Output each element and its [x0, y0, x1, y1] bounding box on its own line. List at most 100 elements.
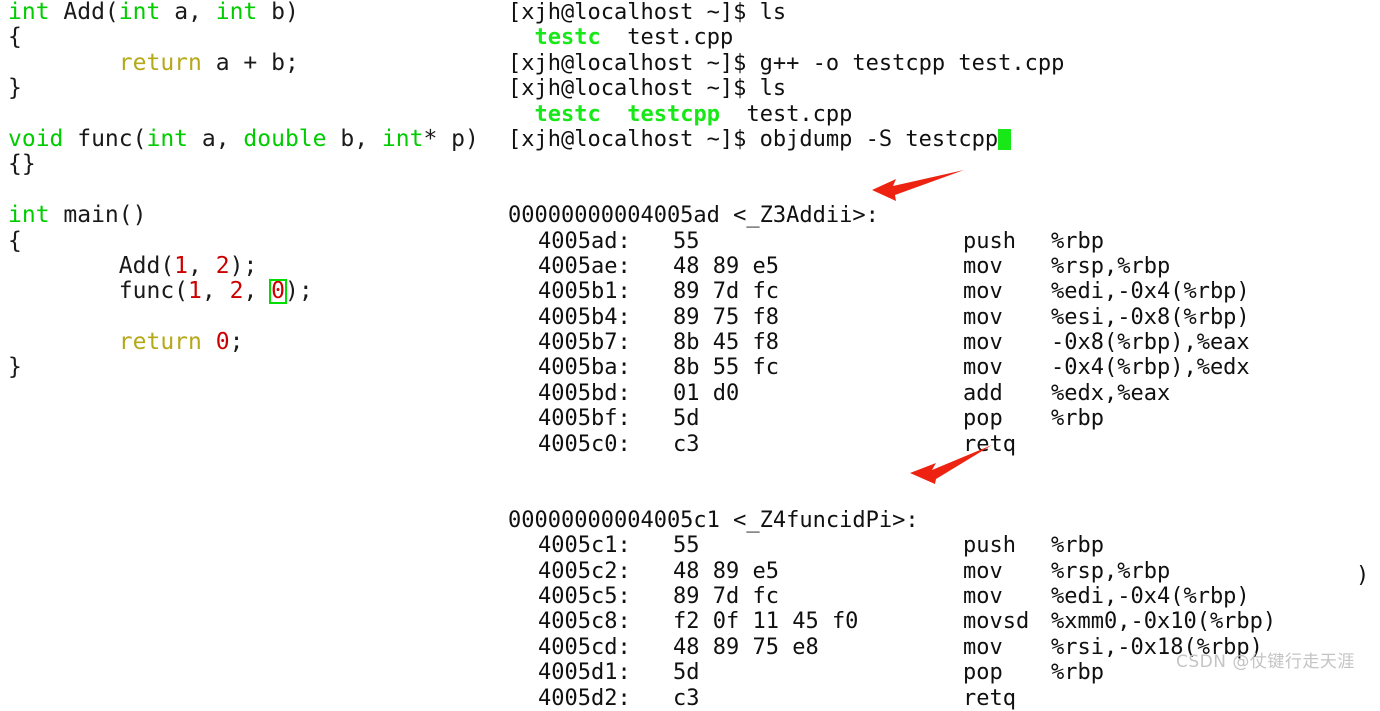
instruction-mnemonic: add: [963, 380, 1003, 406]
instruction-mnemonic: push: [963, 228, 1016, 254]
disassembly-instruction-row: 4005b7: 8b 45 f8 mov -0x8(%rbp),%eax: [508, 330, 1380, 355]
code-token: 1: [188, 278, 202, 305]
code-token: main(): [49, 202, 147, 229]
instruction-operands: %rbp: [1051, 660, 1104, 686]
cursor-highlighted-token[interactable]: 0: [269, 279, 287, 305]
disassembly-instruction-row: 4005c2: 48 89 e5 mov %rsp,%rbp: [508, 559, 1380, 584]
instruction-address: 4005bd:: [538, 380, 631, 406]
instruction-bytes: 48 89 e5: [673, 558, 779, 584]
shell-command-text: objdump -S testcpp: [759, 126, 999, 152]
code-line[interactable]: [0, 102, 500, 127]
code-line[interactable]: {: [0, 228, 500, 254]
code-token: func(: [8, 278, 189, 305]
disassembly-instruction-row: 4005d2: c3 retq: [508, 686, 1380, 711]
terminal-cursor: [998, 128, 1012, 150]
instruction-operands: %rbp: [1051, 533, 1104, 559]
code-token: 1: [174, 252, 189, 279]
source-code-pane[interactable]: int Add(int a, int b){ return a + b;} vo…: [0, 0, 500, 678]
code-line[interactable]: Add(1, 2);: [0, 252, 500, 279]
code-token: Add(: [8, 252, 175, 279]
instruction-operands: %xmm0,-0x10(%rbp): [1051, 609, 1277, 635]
shell-command-text: ls: [759, 0, 787, 25]
code-line[interactable]: [0, 305, 500, 330]
mangled-symbol-name: <_Z4funcidPi>:: [733, 507, 919, 533]
instruction-operands: %edi,-0x4(%rbp): [1051, 583, 1250, 609]
code-line[interactable]: {: [0, 25, 500, 50]
code-token: return: [118, 329, 202, 356]
instruction-mnemonic: mov: [963, 355, 1003, 381]
disassembly-symbol-line: 00000000004005ad <_Z3Addii>:: [508, 203, 1380, 228]
disassembly-instruction-row: 4005b1: 89 7d fc mov %edi,-0x4(%rbp): [508, 279, 1380, 304]
instruction-operands: -0x8(%rbp),%eax: [1051, 330, 1250, 356]
instruction-address: 4005c1:: [538, 533, 631, 559]
instruction-address: 4005c5:: [538, 583, 631, 609]
file-name: test.cpp: [746, 101, 853, 127]
disassembly-instruction-row: 4005bf: 5d pop %rbp: [508, 406, 1380, 431]
terminal-ls-output: testc test.cpp: [508, 25, 1380, 50]
code-token: a + b;: [201, 49, 299, 76]
mangled-symbol-name: <_Z3Addii>:: [733, 203, 879, 229]
code-line[interactable]: {}: [0, 152, 500, 177]
function-address: 00000000004005c1: [508, 507, 734, 533]
code-line[interactable]: [0, 178, 500, 203]
instruction-mnemonic: mov: [963, 634, 1003, 660]
instruction-address: 4005ad:: [538, 228, 631, 254]
instruction-bytes: 55: [673, 228, 700, 254]
instruction-bytes: f2 0f 11 45 f0: [673, 609, 859, 635]
instruction-address: 4005ba:: [538, 355, 631, 381]
terminal-command-line: [xjh@localhost ~]$ objdump -S testcpp: [508, 127, 1380, 152]
code-line[interactable]: void func(int a, double b, int* p): [0, 125, 500, 152]
code-token: a,: [160, 0, 216, 25]
instruction-mnemonic: mov: [963, 279, 1003, 305]
code-token: void: [8, 125, 64, 152]
shell-prompt: [xjh@localhost ~]$: [508, 126, 760, 152]
code-line[interactable]: int main(): [0, 202, 500, 229]
instruction-address: 4005c8:: [538, 609, 631, 635]
code-token: 2: [229, 278, 244, 305]
code-line[interactable]: return a + b;: [0, 49, 500, 76]
code-token: {: [8, 24, 22, 51]
function-address: 00000000004005ad: [508, 203, 734, 229]
disassembly-instruction-row: 4005bd: 01 d0 add %edx,%eax: [508, 381, 1380, 406]
instruction-mnemonic: mov: [963, 558, 1003, 584]
instruction-bytes: c3: [673, 431, 700, 457]
instruction-bytes: 48 89 75 e8: [673, 634, 819, 660]
instruction-mnemonic: retq: [963, 685, 1016, 711]
disassembly-instruction-row: 4005c0: c3 retq: [508, 432, 1380, 457]
instruction-address: 4005bf:: [538, 406, 631, 432]
code-token: * p): [423, 125, 479, 152]
disassembly-instruction-row: 4005c5: 89 7d fc mov %edi,-0x4(%rbp): [508, 584, 1380, 609]
code-token: int: [381, 125, 424, 152]
code-token: }: [8, 354, 22, 381]
code-token: func(: [63, 125, 147, 152]
terminal-pane[interactable]: [xjh@localhost ~]$ ls testc test.cpp [xjh…: [508, 0, 1380, 711]
code-line[interactable]: int Add(int a, int b): [0, 0, 500, 25]
terminal-command-line: [xjh@localhost ~]$ g++ -o testcpp test.c…: [508, 51, 1380, 76]
instruction-mnemonic: movsd: [963, 609, 1030, 635]
instruction-bytes: c3: [673, 685, 700, 711]
instruction-bytes: 8b 55 fc: [673, 355, 779, 381]
instruction-mnemonic: pop: [963, 406, 1003, 432]
instruction-bytes: 8b 45 f8: [673, 330, 779, 356]
code-line[interactable]: }: [0, 355, 500, 380]
code-token: ;: [229, 329, 244, 356]
code-line[interactable]: return 0;: [0, 329, 500, 356]
shell-command-text: g++ -o testcpp test.cpp: [759, 50, 1065, 76]
code-line[interactable]: func(1, 2, 0);: [0, 278, 500, 305]
instruction-bytes: 5d: [673, 660, 700, 686]
instruction-address: 4005b4:: [538, 304, 631, 330]
instruction-mnemonic: retq: [963, 431, 1016, 457]
code-token: int: [8, 202, 50, 229]
code-line[interactable]: }: [0, 75, 500, 101]
disassembly-instruction-row: 4005ae: 48 89 e5 mov %rsp,%rbp: [508, 254, 1380, 279]
disassembly-instruction-row: 4005ad: 55 push %rbp: [508, 229, 1380, 254]
instruction-bytes: 5d: [673, 406, 700, 432]
instruction-bytes: 89 7d fc: [673, 583, 779, 609]
instruction-mnemonic: mov: [963, 304, 1003, 330]
